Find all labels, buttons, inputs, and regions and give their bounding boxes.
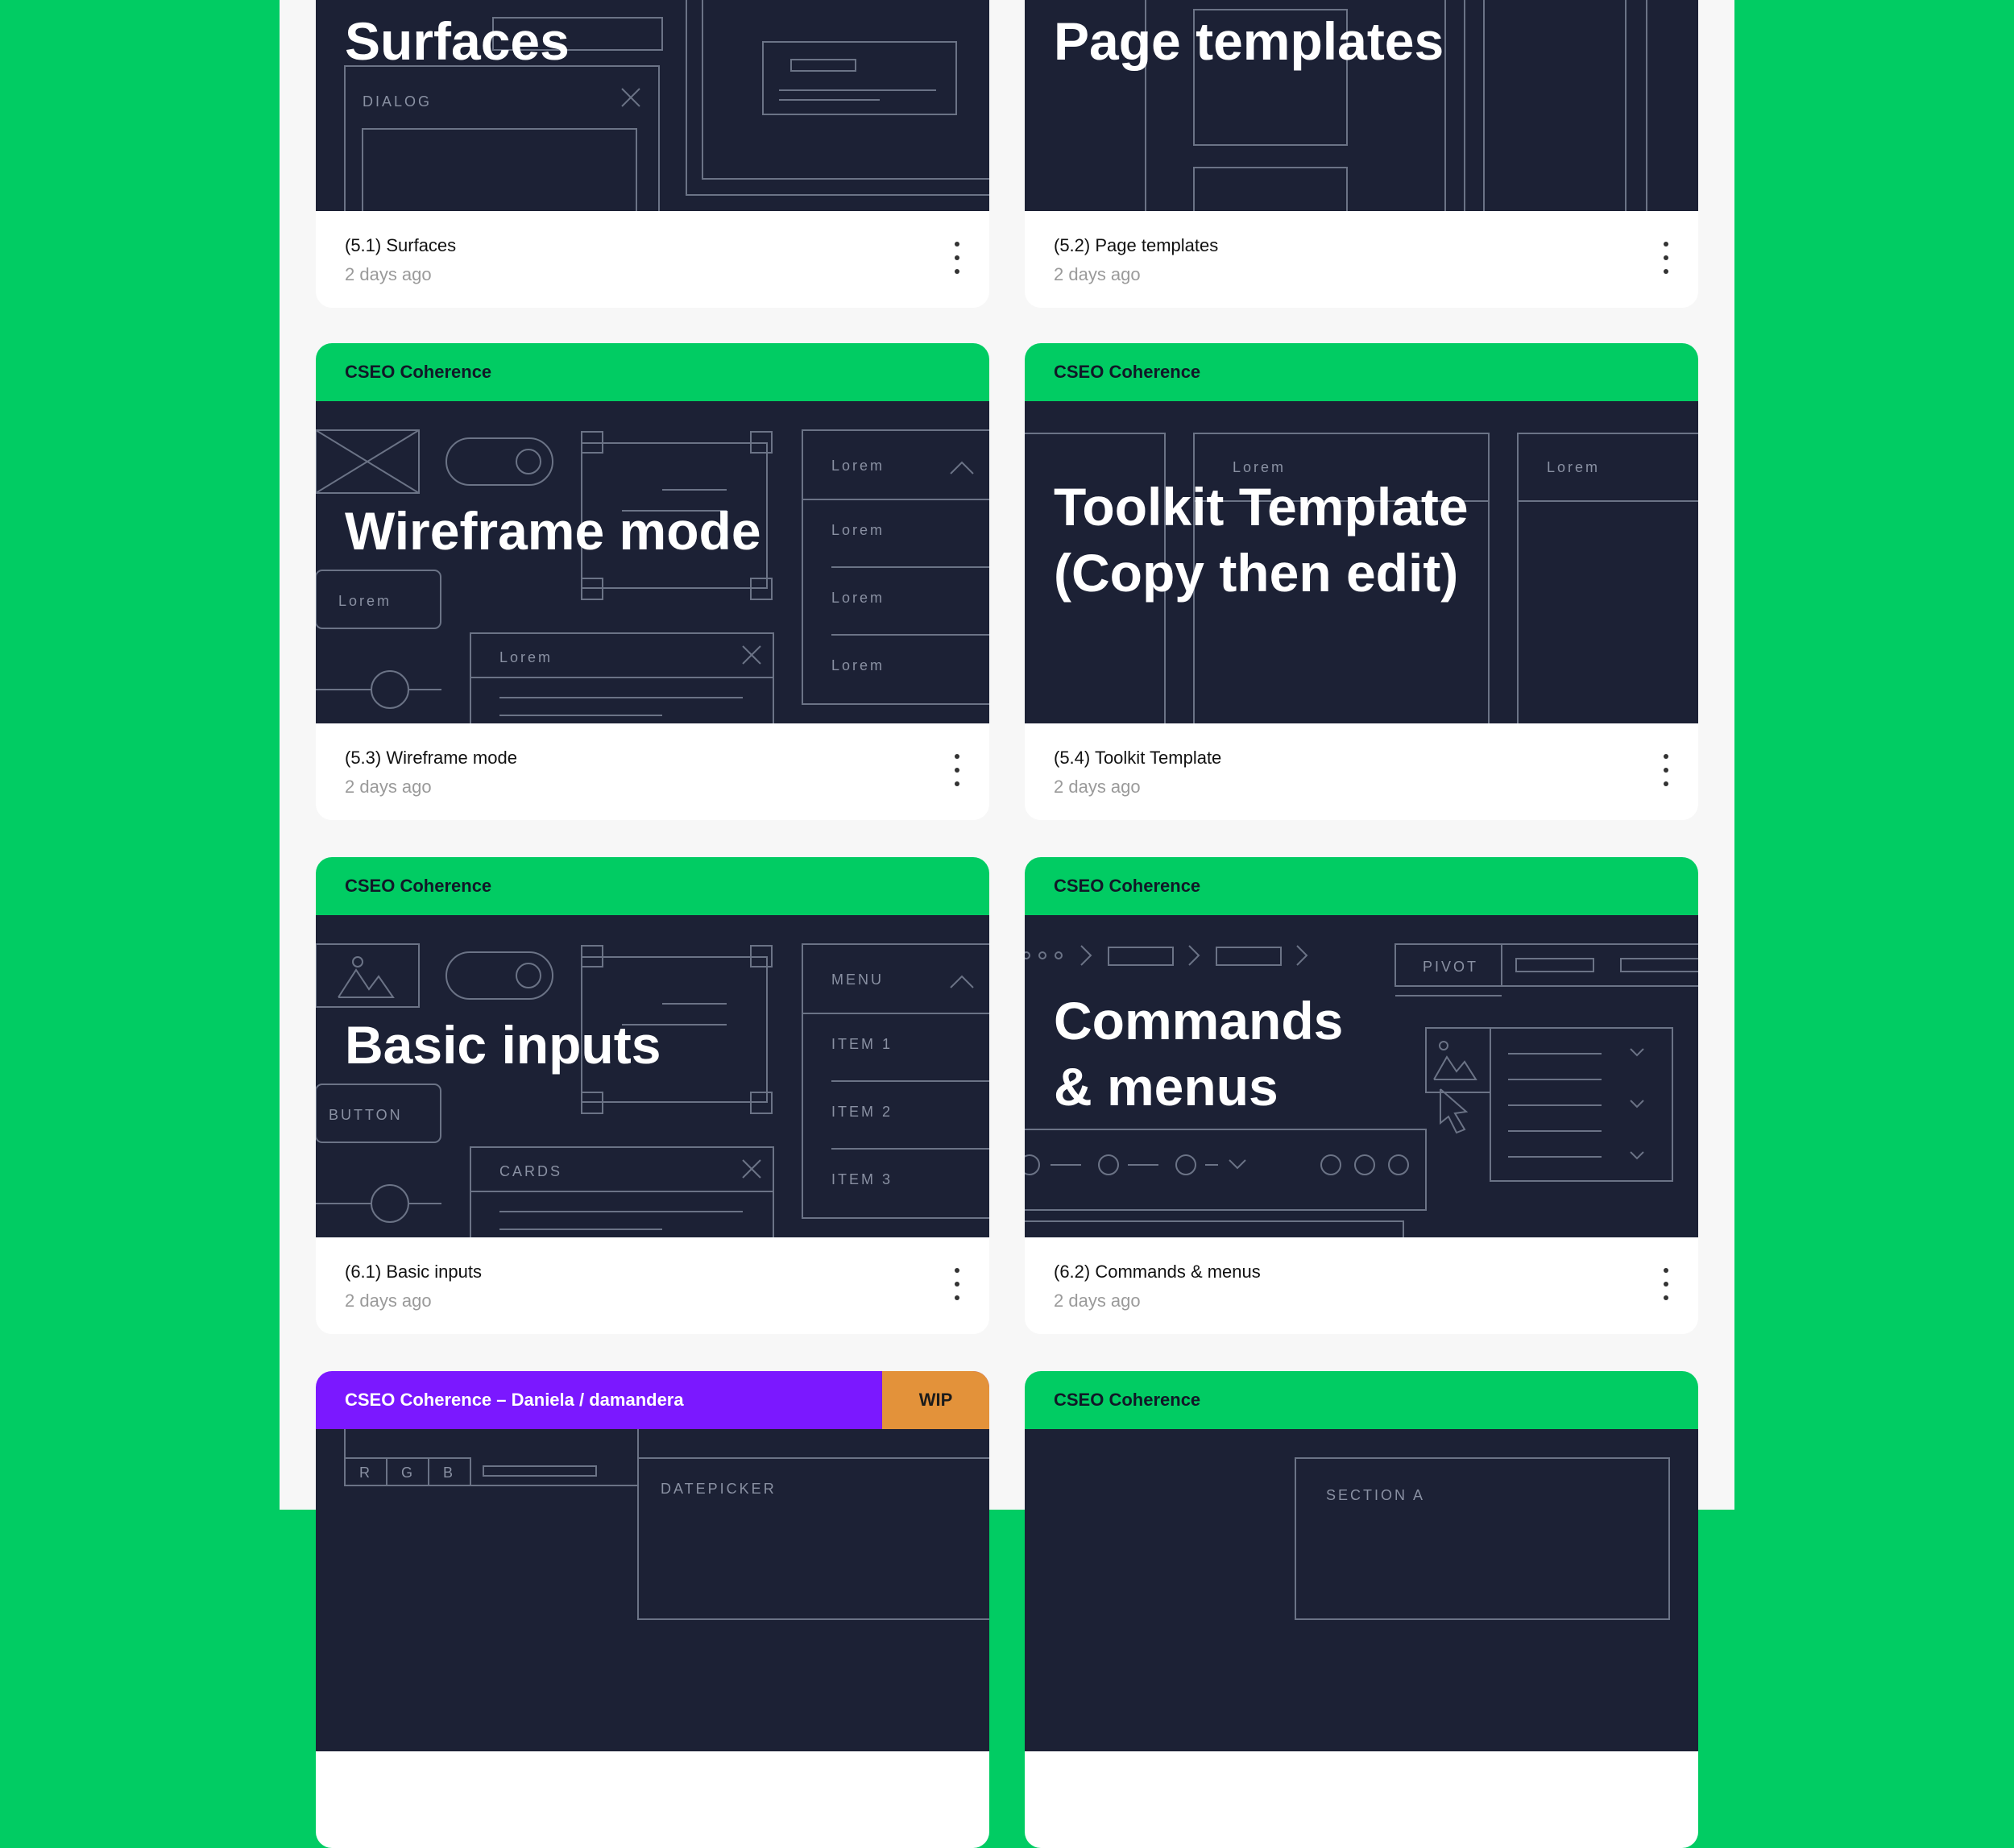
svg-text:BUTTON: BUTTON [329, 1107, 403, 1123]
svg-text:ITEM 3: ITEM 3 [831, 1171, 893, 1187]
file-name: (6.2) Commands & menus [1054, 1262, 1261, 1282]
card-header: CSEO Coherence [316, 343, 989, 401]
card-thumb-title: Commands & menus [1054, 991, 1344, 1117]
card-header: CSEO Coherence [1025, 857, 1698, 915]
dialog-label: DIALOG [363, 93, 432, 110]
image-icon [352, 956, 363, 968]
svg-text:G: G [401, 1465, 415, 1481]
file-name: (5.4) Toolkit Template [1054, 748, 1222, 768]
svg-text:MENU: MENU [831, 972, 884, 988]
card-thumb-title: Surfaces [345, 11, 570, 71]
file-name: (5.1) Surfaces [345, 235, 457, 255]
card-thumbnail: Lorem Lorem Toolkit Template (Copy then … [1025, 401, 1698, 723]
card-thumb-title: Toolkit Template (Copy then edit) [1054, 477, 1469, 603]
more-vertical-icon[interactable] [949, 1268, 965, 1300]
team-name: CSEO Coherence [1054, 1390, 1201, 1410]
svg-text:Lorem: Lorem [499, 649, 553, 665]
chevron-down-icon [1630, 1048, 1644, 1057]
file-name: (6.1) Basic inputs [345, 1262, 482, 1282]
svg-text:Lorem: Lorem [338, 593, 392, 609]
card-thumbnail: R G B DATEPICKER [316, 1429, 989, 1751]
svg-text:Lorem: Lorem [831, 590, 885, 606]
file-name: (5.3) Wireframe mode [345, 748, 517, 768]
card-thumbnail: Lorem Lorem Lorem Lorem Lorem Lorem Wire… [316, 401, 989, 723]
file-time: 2 days ago [345, 264, 432, 284]
content-panel: DIALOG Surfaces (5.1) Surfaces 2 days ag… [280, 0, 1734, 1848]
card-footer: (5.2) Page templates 2 days ago [1025, 211, 1698, 308]
file-time: 2 days ago [1054, 1291, 1141, 1311]
file-time: 2 days ago [345, 1291, 432, 1311]
card-thumbnail: Page templates [1025, 0, 1698, 211]
svg-text:Lorem: Lorem [831, 522, 885, 538]
file-card-toolkit-template[interactable]: CSEO Coherence Lorem Lorem Toolkit Templ… [1025, 343, 1698, 820]
team-name: CSEO Coherence [1054, 876, 1201, 896]
svg-text:PIVOT: PIVOT [1423, 959, 1478, 975]
card-footer: (6.2) Commands & menus 2 days ago [1025, 1237, 1698, 1334]
svg-text:Lorem: Lorem [831, 657, 885, 673]
card-thumbnail: PIVOT Commands & menus [1025, 915, 1698, 1237]
file-card-commands-menus[interactable]: CSEO Coherence PIVOT Commands & menus (6… [1025, 857, 1698, 1334]
svg-text:DATEPICKER: DATEPICKER [661, 1481, 777, 1497]
card-thumb-title: Wireframe mode [345, 501, 761, 561]
file-name: (5.2) Page templates [1054, 235, 1219, 255]
card-thumbnail: BUTTON CARDS MENU ITEM 1 ITEM 2 ITEM 3 B… [316, 915, 989, 1237]
file-card-daniela-wip[interactable]: CSEO Coherence – Daniela / damandera WIP… [316, 1371, 989, 1848]
team-name: CSEO Coherence [345, 876, 492, 896]
card-header: CSEO Coherence [316, 857, 989, 915]
wireframe-illustration: SECTION A [1295, 1457, 1670, 1620]
svg-text:ITEM 2: ITEM 2 [831, 1104, 893, 1120]
card-thumbnail: SECTION A [1025, 1429, 1698, 1751]
file-card-page-templates[interactable]: Page templates (5.2) Page templates 2 da… [1025, 0, 1698, 308]
card-thumb-title: Page templates [1054, 11, 1444, 71]
team-name: CSEO Coherence – Daniela / damandera [345, 1390, 684, 1410]
svg-text:ITEM 1: ITEM 1 [831, 1036, 893, 1052]
file-card-basic-inputs[interactable]: CSEO Coherence BUTTON CARDS MENU ITEM 1 … [316, 857, 989, 1334]
svg-text:Lorem: Lorem [831, 458, 885, 474]
card-footer: (5.4) Toolkit Template 2 days ago [1025, 723, 1698, 820]
card-footer: (5.1) Surfaces 2 days ago [316, 211, 989, 308]
wireframe-illustration: R G B DATEPICKER [344, 1429, 989, 1620]
svg-text:Lorem: Lorem [1547, 459, 1600, 475]
card-thumb-title: Basic inputs [345, 1015, 661, 1075]
toggle-shape [445, 437, 553, 486]
svg-text:B: B [443, 1465, 455, 1481]
wip-badge: WIP [882, 1371, 989, 1429]
more-vertical-icon[interactable] [1658, 242, 1674, 274]
card-footer: (5.3) Wireframe mode 2 days ago [316, 723, 989, 820]
more-vertical-icon[interactable] [949, 754, 965, 786]
svg-text:CARDS: CARDS [499, 1163, 562, 1179]
file-card-surfaces[interactable]: DIALOG Surfaces (5.1) Surfaces 2 days ag… [316, 0, 989, 308]
svg-text:Lorem: Lorem [1233, 459, 1286, 475]
card-header: CSEO Coherence – Daniela / damandera WIP [316, 1371, 989, 1429]
team-name: CSEO Coherence [1054, 362, 1201, 382]
cursor-icon [1440, 1088, 1469, 1134]
more-vertical-icon[interactable] [1658, 1268, 1674, 1300]
card-thumbnail: DIALOG Surfaces [316, 0, 989, 211]
card-footer: (6.1) Basic inputs 2 days ago [316, 1237, 989, 1334]
card-header: CSEO Coherence [1025, 343, 1698, 401]
svg-text:SECTION A: SECTION A [1326, 1487, 1425, 1503]
file-card-wireframe-mode[interactable]: CSEO Coherence Lorem Lorem Lorem Lorem L… [316, 343, 989, 820]
team-name: CSEO Coherence [345, 362, 492, 382]
more-vertical-icon[interactable] [1658, 754, 1674, 786]
chevron-up-icon [950, 461, 974, 474]
file-card-section[interactable]: CSEO Coherence SECTION A [1025, 1371, 1698, 1848]
file-time: 2 days ago [1054, 264, 1141, 284]
file-time: 2 days ago [1054, 777, 1141, 797]
svg-text:R: R [359, 1465, 372, 1481]
card-header: CSEO Coherence [1025, 1371, 1698, 1429]
file-time: 2 days ago [345, 777, 432, 797]
more-vertical-icon[interactable] [949, 242, 965, 274]
